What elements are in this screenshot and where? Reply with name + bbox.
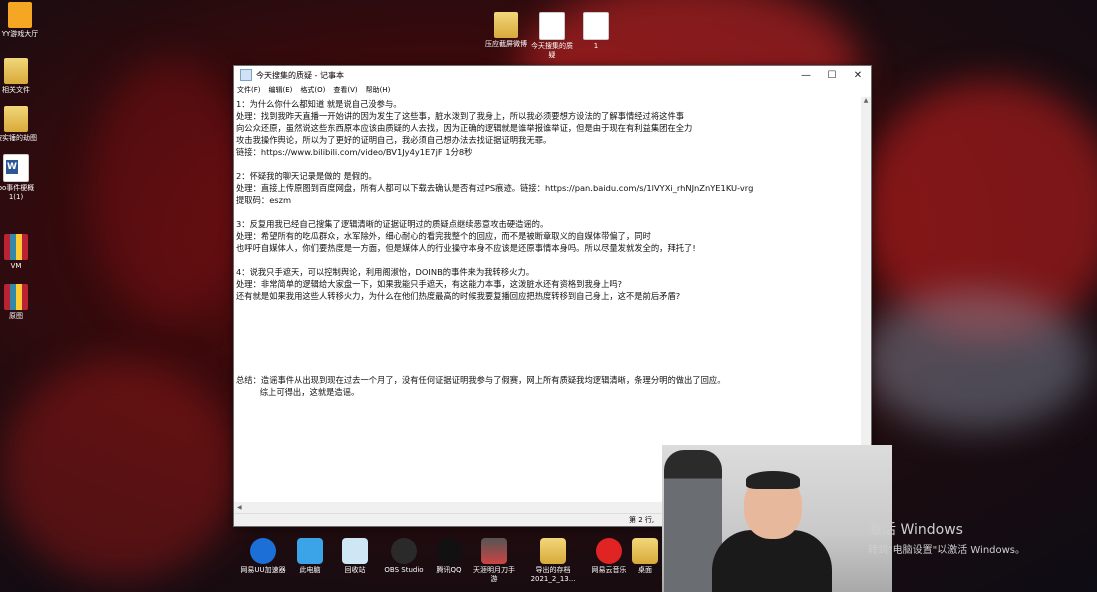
menu-view[interactable]: 查看(V) bbox=[333, 84, 357, 97]
app-export-archive[interactable]: 导出的存档2021_2_13... bbox=[530, 538, 576, 584]
app-obs[interactable]: OBS Studio bbox=[381, 538, 427, 575]
activate-windows-title: 激活 Windows bbox=[868, 522, 963, 538]
desktop-icon-yy[interactable]: YY游戏大厅 bbox=[0, 2, 42, 39]
title-bar[interactable]: 今天搜集的质疑 - 记事本 — ☐ ✕ bbox=[234, 66, 871, 84]
app-recycle-bin[interactable]: 回收站 bbox=[332, 538, 378, 575]
text-line: 1：为什么你什么都知道 就是说自己没参与。 bbox=[236, 99, 402, 109]
scroll-left-icon[interactable]: ◀ bbox=[237, 504, 242, 511]
menu-format[interactable]: 格式(O) bbox=[300, 84, 325, 97]
wallpaper-swirl bbox=[0, 360, 240, 580]
text-line bbox=[236, 254, 859, 266]
webcam-person bbox=[712, 530, 832, 592]
rar-icon bbox=[4, 234, 28, 260]
desktop-icon-original-images[interactable]: 原图 bbox=[0, 284, 38, 321]
text-line: 总结：造谣事件从出现到现在过去一个月了，没有任何证据证明我参与了假赛，网上所有质… bbox=[236, 375, 726, 385]
rar-icon bbox=[4, 284, 28, 310]
desktop-icon-weibo-screenshots[interactable]: 压应截屏微博 bbox=[484, 12, 528, 49]
app-tianya-game[interactable]: 天涯明月刀手游 bbox=[471, 538, 517, 584]
text-line: 链接：https://www.bilibili.com/video/BV1Jy4… bbox=[236, 147, 473, 157]
desktop-icon-vm[interactable]: VM bbox=[0, 234, 38, 271]
text-line bbox=[236, 362, 859, 374]
window-title: 今天搜集的质疑 - 记事本 bbox=[256, 70, 344, 80]
close-icon[interactable]: ✕ bbox=[845, 70, 871, 81]
text-line: 处理：直接上传原图到百度网盘，所有人都可以下载去确认是否有过PS痕迹。链接：ht… bbox=[236, 183, 754, 193]
app-uu-accelerator[interactable]: 网易UU加速器 bbox=[240, 538, 286, 575]
app-desktop[interactable]: 桌面 bbox=[630, 538, 660, 575]
app-netease-music[interactable]: 网易云音乐 bbox=[586, 538, 632, 575]
game-icon bbox=[8, 2, 32, 28]
menu-help[interactable]: 帮助(H) bbox=[366, 84, 391, 97]
menu-edit[interactable]: 编辑(E) bbox=[269, 84, 293, 97]
text-line: 攻击我操作舆论，所以为了更好的证明自己，我必须自己想办法去找证据证明我无罪。 bbox=[236, 135, 552, 145]
game-icon bbox=[481, 538, 507, 564]
desktop-icon-screenshots[interactable]: 被实锤的劫图 bbox=[0, 106, 38, 143]
uu-accelerator-icon bbox=[250, 538, 276, 564]
vertical-scrollbar[interactable]: ▲ ▼ bbox=[861, 97, 871, 502]
maximize-icon[interactable]: ☐ bbox=[819, 70, 845, 81]
text-line bbox=[236, 314, 859, 326]
desktop-icon-todays-doubts[interactable]: 今天搜集的质疑 bbox=[530, 12, 574, 60]
desktop-icon-file-1[interactable]: 1 bbox=[574, 12, 618, 51]
text-line bbox=[236, 326, 859, 338]
obs-icon bbox=[391, 538, 417, 564]
wallpaper-swirl bbox=[860, 290, 1090, 430]
app-this-pc[interactable]: 此电脑 bbox=[287, 538, 333, 575]
notepad-icon bbox=[240, 69, 252, 81]
desktop-icon-word-doc[interactable]: oo事件梗概1(1) bbox=[0, 154, 38, 202]
wallpaper-swirl bbox=[90, 60, 250, 320]
recycle-bin-icon bbox=[342, 538, 368, 564]
activate-windows-subtitle: 转到"电脑设置"以激活 Windows。 bbox=[868, 545, 1026, 556]
text-line: 也呼吁自媒体人，你们要热度是一方面，但是媒体人的行业操守本身不应该是还原事情本身… bbox=[236, 243, 696, 253]
minimize-icon[interactable]: — bbox=[793, 70, 819, 81]
text-line: 3：反复用我已经自己搜集了逻辑清晰的证据证明过的质疑点继续恶意攻击硬造谣的。 bbox=[236, 219, 549, 229]
text-line: 处理：非常简单的逻辑给大家盘一下，如果我能只手遮天，有这能力本事，这泼脏水还有资… bbox=[236, 279, 623, 289]
cursor-position: 第 2 行, bbox=[629, 516, 655, 524]
scroll-up-icon[interactable]: ▲ bbox=[861, 97, 871, 107]
webcam-hair bbox=[746, 471, 800, 489]
webcam-overlay bbox=[662, 445, 892, 592]
text-line bbox=[236, 350, 859, 362]
app-qq[interactable]: 腾讯QQ bbox=[426, 538, 472, 575]
menu-file[interactable]: 文件(F) bbox=[237, 84, 261, 97]
netease-music-icon bbox=[596, 538, 622, 564]
folder-icon bbox=[494, 12, 518, 38]
text-line: 2：怀疑我的聊天记录是做的 是假的。 bbox=[236, 171, 377, 181]
folder-icon bbox=[632, 538, 658, 564]
text-line: 提取码：eszm bbox=[236, 195, 292, 205]
desktop-icon-related-files[interactable]: 相关文件 bbox=[0, 58, 38, 95]
folder-icon bbox=[4, 106, 28, 132]
text-line bbox=[236, 338, 859, 350]
text-doc-icon bbox=[583, 12, 609, 40]
text-line bbox=[236, 158, 859, 170]
word-doc-icon bbox=[3, 154, 29, 182]
computer-icon bbox=[297, 538, 323, 564]
text-line: 处理：找到我昨天直播一开始讲的因为发生了这些事，脏水泼到了我身上，所以我必须要想… bbox=[236, 111, 685, 121]
qq-icon bbox=[436, 538, 462, 564]
text-editor[interactable]: 1：为什么你什么都知道 就是说自己没参与。处理：找到我昨天直播一开始讲的因为发生… bbox=[234, 97, 861, 502]
text-line bbox=[236, 302, 859, 314]
text-line: 还有就是如果我用这些人转移火力，为什么在他们热度最高的时候我要复播回应把热度转移… bbox=[236, 291, 681, 301]
text-line bbox=[236, 206, 859, 218]
text-line: 向公众还原，虽然说这些东西原本应该由质疑的人去找，因为正确的逻辑就是谁举报谁举证… bbox=[236, 123, 693, 133]
menu-bar: 文件(F) 编辑(E) 格式(O) 查看(V) 帮助(H) bbox=[234, 84, 871, 97]
text-line: 综上可得出，这就是造谣。 bbox=[236, 387, 360, 397]
text-doc-icon bbox=[539, 12, 565, 40]
folder-icon bbox=[540, 538, 566, 564]
folder-icon bbox=[4, 58, 28, 84]
text-line: 处理：希望所有的吃瓜群众，水军除外，细心耐心的看完我整个的回应，而不是被断章取义… bbox=[236, 231, 651, 241]
text-line: 4：说我只手遮天，可以控制舆论，利用阁淑怡，DOINB的事件来为我转移火力。 bbox=[236, 267, 535, 277]
